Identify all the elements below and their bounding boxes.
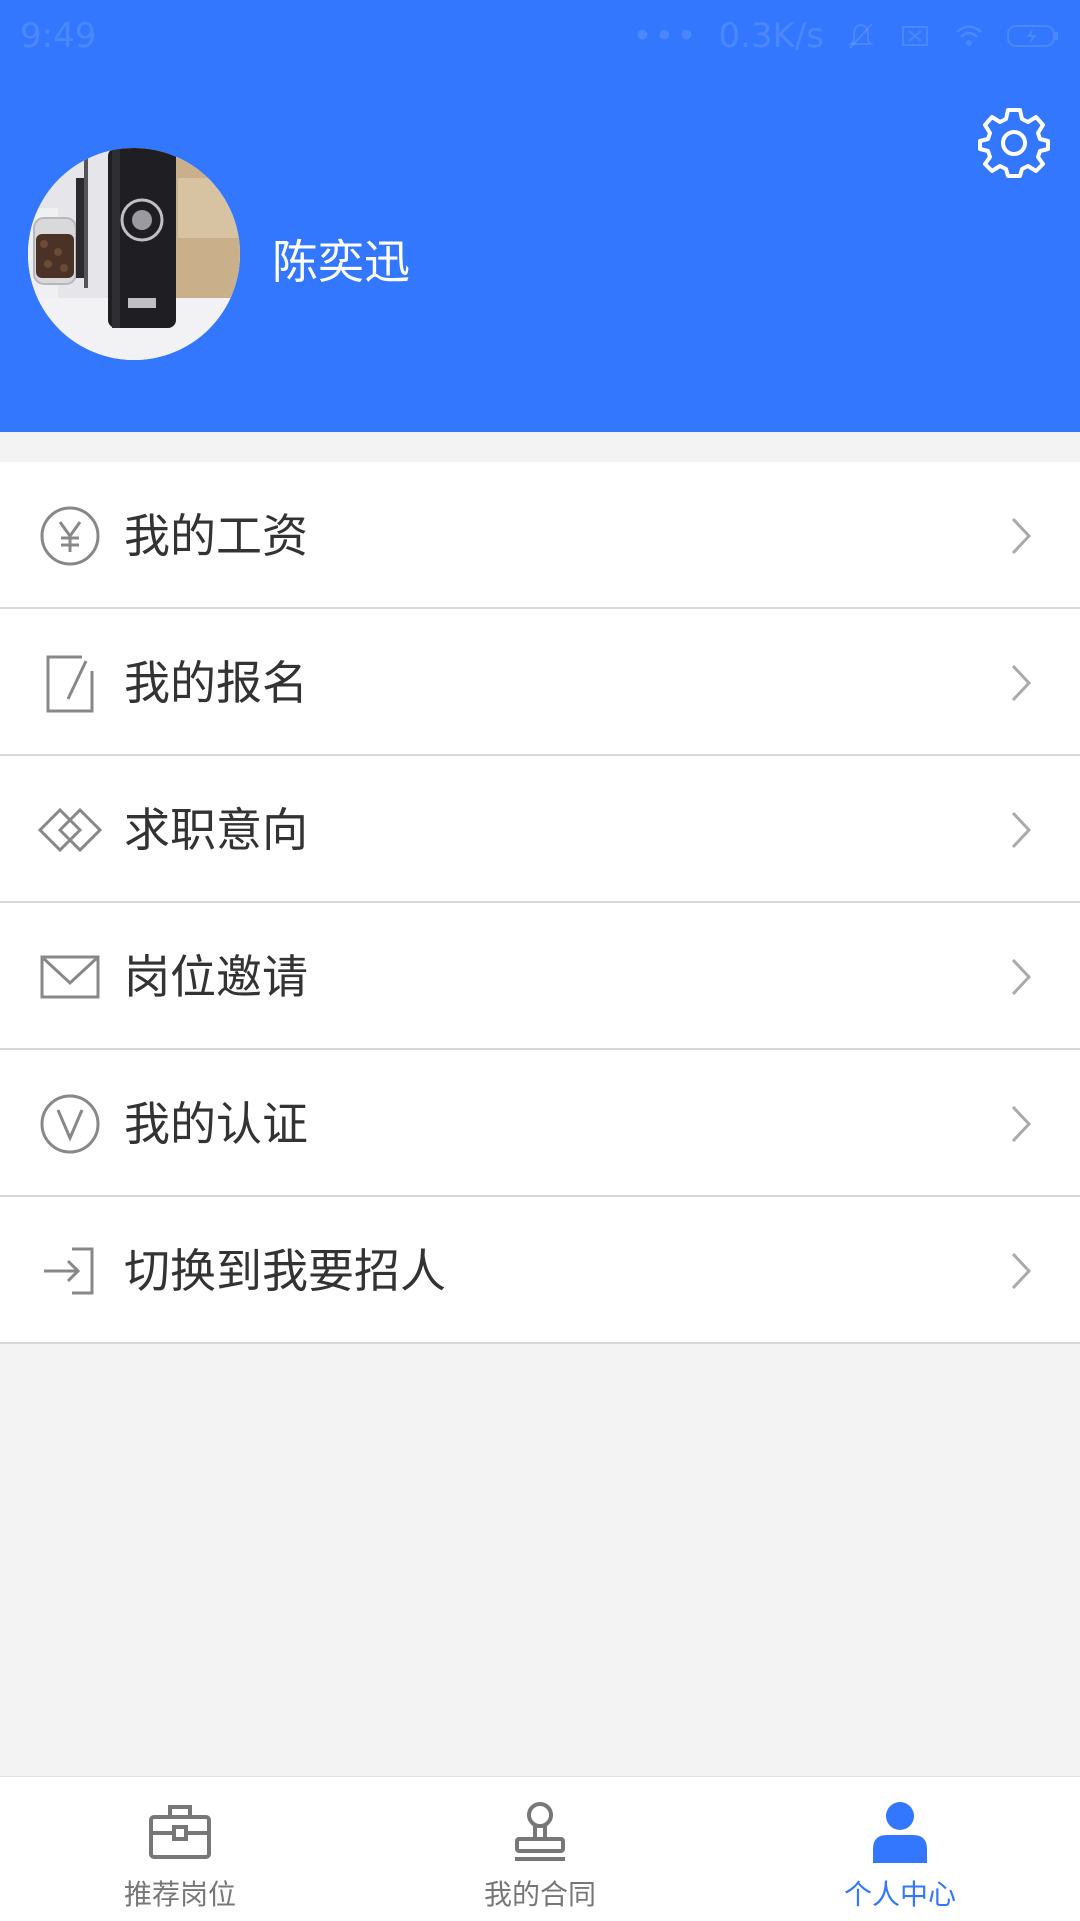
menu-item-label: 我的认证 <box>124 1097 308 1151</box>
menu-item-label: 切换到我要招人 <box>124 1244 446 1298</box>
yuan-circle-icon <box>40 506 100 566</box>
avatar-photo <box>28 148 240 360</box>
bottom-tab-bar: 推荐岗位 我的合同 个人中心 <box>0 1776 1080 1921</box>
tab-recommended-jobs[interactable]: 推荐岗位 <box>0 1777 360 1921</box>
menu-item-applications[interactable]: 我的报名 <box>0 609 1080 756</box>
chevron-right-icon <box>1011 1105 1032 1143</box>
chevron-right-icon <box>1011 517 1032 555</box>
tab-personal-center[interactable]: 个人中心 <box>720 1777 1080 1921</box>
verified-v-icon <box>40 1094 100 1154</box>
edit-note-icon <box>46 655 94 713</box>
menu-item-job-intention[interactable]: 求职意向 <box>0 756 1080 903</box>
status-icons: ••• 0.3K/s <box>632 16 1060 56</box>
diamond-icon <box>38 807 102 853</box>
menu-item-job-invitations[interactable]: 岗位邀请 <box>0 903 1080 1050</box>
switch-enter-icon <box>44 1247 94 1295</box>
more-dots-icon: ••• <box>632 16 699 56</box>
briefcase-icon <box>149 1805 211 1859</box>
menu-item-verification[interactable]: 我的认证 <box>0 1050 1080 1197</box>
profile-header: 9:49 ••• 0.3K/s 陈奕迅 <box>0 0 1080 432</box>
status-bar: 9:49 ••• 0.3K/s <box>0 0 1080 74</box>
chevron-right-icon <box>1011 811 1032 849</box>
avatar[interactable] <box>28 148 240 360</box>
wifi-icon <box>956 25 982 46</box>
menu-item-label: 求职意向 <box>124 803 308 857</box>
chevron-right-icon <box>1011 958 1032 996</box>
menu-item-label: 岗位邀请 <box>124 950 308 1004</box>
battery-charging-icon <box>1007 25 1058 47</box>
sim-icon <box>902 26 928 46</box>
menu-item-salary[interactable]: 我的工资 <box>0 462 1080 609</box>
mute-bell-icon <box>848 23 874 49</box>
settings-gear-icon[interactable] <box>976 104 1052 180</box>
username: 陈奕迅 <box>272 235 410 289</box>
status-time: 9:49 <box>20 16 97 56</box>
tab-my-contracts[interactable]: 我的合同 <box>360 1777 720 1921</box>
tab-label: 推荐岗位 <box>123 1878 236 1911</box>
person-icon <box>873 1802 927 1863</box>
chevron-right-icon <box>1011 1252 1032 1290</box>
menu-item-label: 我的报名 <box>124 656 308 710</box>
network-speed: 0.3K/s <box>718 16 824 56</box>
tab-label: 我的合同 <box>483 1878 596 1911</box>
menu-item-switch-to-recruiter[interactable]: 切换到我要招人 <box>0 1197 1080 1344</box>
envelope-icon <box>40 955 100 999</box>
stamp-icon <box>515 1802 565 1861</box>
tab-label: 个人中心 <box>843 1878 956 1911</box>
menu-item-label: 我的工资 <box>124 509 308 563</box>
menu-list: 我的工资 我的报名 求职意向 岗位邀请 我的认证 切换到我要招人 <box>0 462 1080 1344</box>
chevron-right-icon <box>1011 664 1032 702</box>
